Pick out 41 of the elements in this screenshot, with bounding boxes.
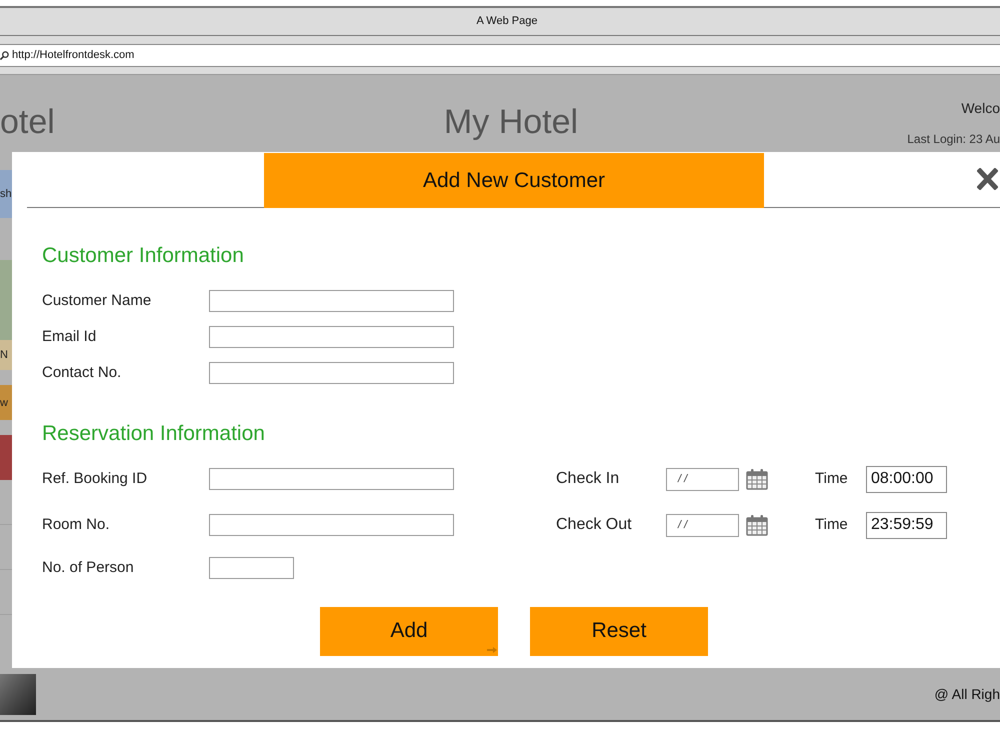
last-login-text: Last Login: 23 Au [907, 131, 1000, 147]
arrow-icon [487, 646, 497, 652]
field-label: Contact No. [42, 362, 122, 383]
text-field[interactable] [209, 362, 454, 384]
text-field[interactable] [209, 468, 454, 490]
text-field[interactable] [209, 290, 454, 312]
sidebar-item[interactable]: sh [0, 170, 12, 218]
sidebar-item[interactable]: w [0, 385, 12, 420]
page-title: My Hotel [444, 102, 578, 142]
time-field[interactable]: 08:00:00 [866, 466, 947, 492]
search-icon [0, 51, 9, 60]
section-heading: Reservation Information [42, 422, 266, 446]
field-label: Room No. [42, 514, 111, 535]
field-label: Check In [556, 469, 620, 489]
field-label: Time [815, 468, 849, 489]
welcome-text: Welco [961, 99, 1000, 117]
section-heading: Customer Information [42, 244, 245, 268]
site-logo: otel [0, 102, 55, 142]
address-field[interactable]: http://Hotelfrontdesk.com [0, 44, 1000, 67]
text-field[interactable] [209, 326, 454, 348]
calendar-icon[interactable] [746, 514, 768, 536]
date-field[interactable]: / / [666, 468, 739, 490]
field-label: No. of Person [42, 558, 135, 578]
text-field[interactable] [209, 557, 294, 580]
field-label: Ref. Booking ID [42, 468, 148, 489]
calendar-icon[interactable] [746, 468, 768, 490]
sidebar-item[interactable]: N [0, 340, 12, 370]
footer-tile [0, 674, 36, 714]
field-label: Customer Name [42, 290, 152, 311]
window-title: A Web Page [476, 14, 538, 30]
date-field[interactable]: / / [666, 514, 739, 536]
add-button[interactable]: Add [320, 606, 498, 656]
close-icon[interactable] [977, 168, 998, 190]
reset-button[interactable]: Reset [530, 606, 708, 656]
field-label: Time [815, 514, 849, 535]
copyright-text: @ All Righ [934, 684, 1000, 704]
field-label: Check Out [556, 515, 633, 535]
dialog-title: Add New Customer [264, 153, 764, 208]
text-field[interactable] [209, 514, 454, 536]
field-label: Email Id [42, 326, 98, 347]
time-field[interactable]: 23:59:59 [866, 512, 947, 538]
